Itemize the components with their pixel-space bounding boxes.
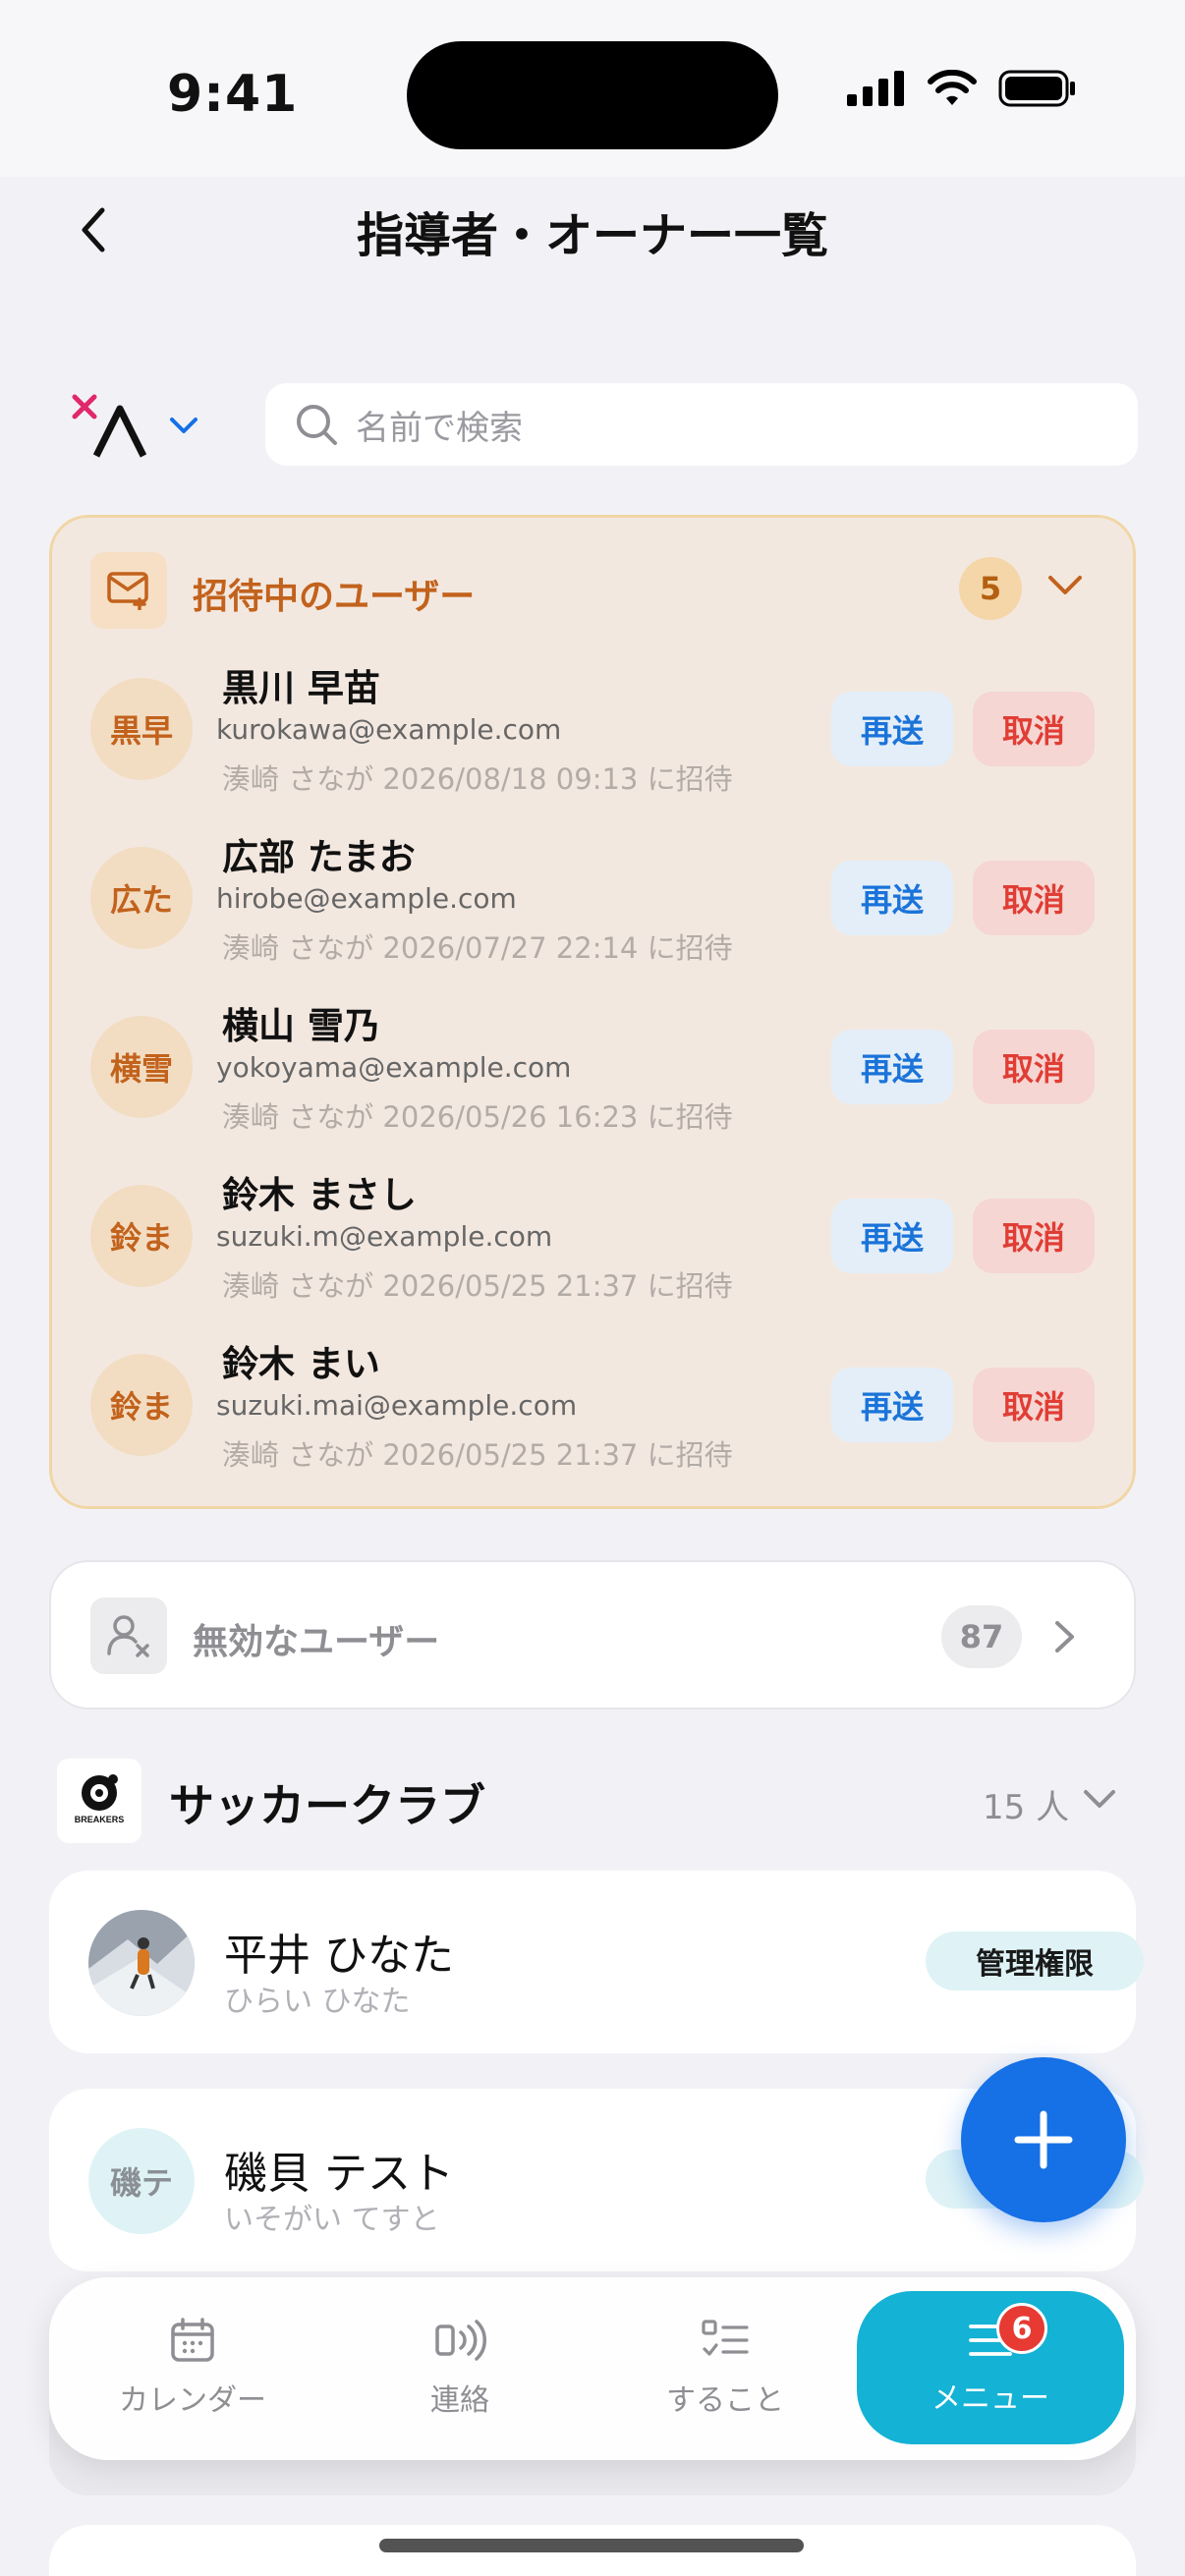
tab-todo[interactable]: すること	[607, 2299, 843, 2436]
role-badge: 管理権限	[926, 1932, 1144, 1990]
search-placeholder: 名前で検索	[356, 408, 523, 448]
avatar: 鈴ま	[90, 1354, 193, 1456]
tab-label: 連絡	[430, 2383, 489, 2418]
invited-user-email: yokoyama@example.com	[216, 1051, 572, 1084]
tab-label: すること	[666, 2383, 784, 2418]
avatar: 磯テ	[88, 2128, 195, 2234]
invited-user-email: kurokawa@example.com	[216, 713, 562, 746]
chevron-down-icon	[1048, 576, 1082, 594]
member-row[interactable]: 平井 ひなた ひらい ひなた 管理権限	[49, 1871, 1144, 2053]
invited-user-meta: 湊崎 さなが 2026/05/26 16:23 に招待	[222, 1100, 733, 1134]
broadcast-icon	[435, 2320, 486, 2361]
inactive-users-label: 無効なユーザー	[193, 1622, 440, 1662]
invited-user-row: 鈴ま 鈴木 まさし suzuki.m@example.com 湊崎 さなが 20…	[90, 1165, 1095, 1313]
wifi-icon	[928, 70, 977, 105]
club-collapse-toggle[interactable]	[1083, 1788, 1116, 1814]
club-name: サッカークラブ	[169, 1779, 485, 1832]
invited-user-name: 横山 雪乃	[222, 1005, 380, 1047]
member-name: 平井 ひなた	[224, 1931, 454, 1981]
tab-label: メニュー	[931, 2381, 1049, 2416]
mail-plus-icon	[90, 552, 167, 629]
resend-button[interactable]: 再送	[831, 1030, 953, 1104]
calendar-icon	[171, 2318, 214, 2362]
avatar: 広た	[90, 847, 193, 949]
resend-button[interactable]: 再送	[831, 861, 953, 935]
member-name: 磯貝 テスト	[224, 2149, 454, 2199]
invited-user-email: suzuki.mai@example.com	[216, 1389, 578, 1422]
battery-icon	[998, 70, 1075, 107]
avatar: 横雪	[90, 1016, 193, 1118]
invited-user-meta: 湊崎 さなが 2026/05/25 21:37 に招待	[222, 1269, 733, 1303]
cancel-invite-button[interactable]: 取消	[973, 1368, 1095, 1442]
inactive-count-badge: 87	[941, 1605, 1022, 1668]
search-icon	[297, 405, 337, 445]
tab-label: カレンダー	[119, 2383, 266, 2418]
avatar: 鈴ま	[90, 1185, 193, 1287]
tab-messages[interactable]: 連絡	[342, 2299, 578, 2436]
resend-button[interactable]: 再送	[831, 692, 953, 766]
member-kana: ひらい ひなた	[224, 1985, 411, 2019]
invited-user-meta: 湊崎 さなが 2026/08/18 09:13 に招待	[222, 762, 733, 796]
home-indicator	[379, 2539, 804, 2552]
invited-user-email: suzuki.m@example.com	[216, 1220, 553, 1253]
invited-collapse-toggle[interactable]	[1047, 574, 1083, 601]
member-kana: いそがい てすと	[224, 2203, 440, 2237]
add-button[interactable]	[961, 2057, 1126, 2222]
cancel-invite-button[interactable]: 取消	[973, 692, 1095, 766]
invited-user-row: 黒早 黒川 早苗 kurokawa@example.com 湊崎 さなが 202…	[90, 658, 1095, 806]
club-member-count: 15 人	[983, 1788, 1070, 1827]
invited-user-meta: 湊崎 さなが 2026/07/27 22:14 に招待	[222, 931, 733, 965]
invited-user-meta: 湊崎 さなが 2026/05/25 21:37 に招待	[222, 1438, 733, 1472]
chevron-down-icon	[170, 418, 198, 433]
chevron-right-icon	[1053, 1619, 1077, 1658]
signal-icon	[847, 71, 904, 106]
resend-button[interactable]: 再送	[831, 1368, 953, 1442]
cancel-invite-button[interactable]: 取消	[973, 861, 1095, 935]
avatar: 黒早	[90, 678, 193, 780]
user-x-icon	[90, 1597, 167, 1674]
invited-user-email: hirobe@example.com	[216, 882, 517, 915]
avatar	[88, 1910, 195, 2016]
invited-user-row: 鈴ま 鈴木 まい suzuki.mai@example.com 湊崎 さなが 2…	[90, 1334, 1095, 1482]
page-title: 指導者・オーナー一覧	[356, 208, 828, 263]
invited-user-name: 広部 たまお	[222, 836, 416, 878]
chevron-down-icon	[1084, 1790, 1115, 1808]
invited-users-title: 招待中のユーザー	[193, 577, 476, 617]
team-switcher[interactable]	[69, 391, 206, 460]
cancel-invite-button[interactable]: 取消	[973, 1199, 1095, 1273]
club-logo: BREAKERS	[57, 1759, 141, 1843]
invited-user-name: 鈴木 まさし	[222, 1174, 417, 1216]
tab-menu[interactable]: メニュー	[873, 2299, 1108, 2436]
invited-user-name: 鈴木 まい	[222, 1343, 380, 1385]
notification-badge: 6	[996, 2303, 1047, 2354]
invited-user-row: 広た 広部 たまお hirobe@example.com 湊崎 さなが 2026…	[90, 827, 1095, 975]
invited-count-badge: 5	[959, 557, 1022, 620]
resend-button[interactable]: 再送	[831, 1199, 953, 1273]
invited-user-name: 黒川 早苗	[222, 667, 380, 709]
cancel-invite-button[interactable]: 取消	[973, 1030, 1095, 1104]
plus-icon	[1014, 2110, 1073, 2169]
search-input[interactable]: 名前で検索	[265, 383, 1138, 466]
invited-user-row: 横雪 横山 雪乃 yokoyama@example.com 湊崎 さなが 202…	[90, 996, 1095, 1144]
status-time: 9:41	[167, 65, 299, 124]
checklist-icon	[702, 2320, 749, 2356]
status-icons	[847, 69, 1077, 108]
club-logo-text: BREAKERS	[75, 1815, 125, 1824]
team-logo-icon	[72, 394, 147, 458]
dynamic-island	[407, 41, 778, 149]
tab-calendar[interactable]: カレンダー	[75, 2299, 310, 2436]
